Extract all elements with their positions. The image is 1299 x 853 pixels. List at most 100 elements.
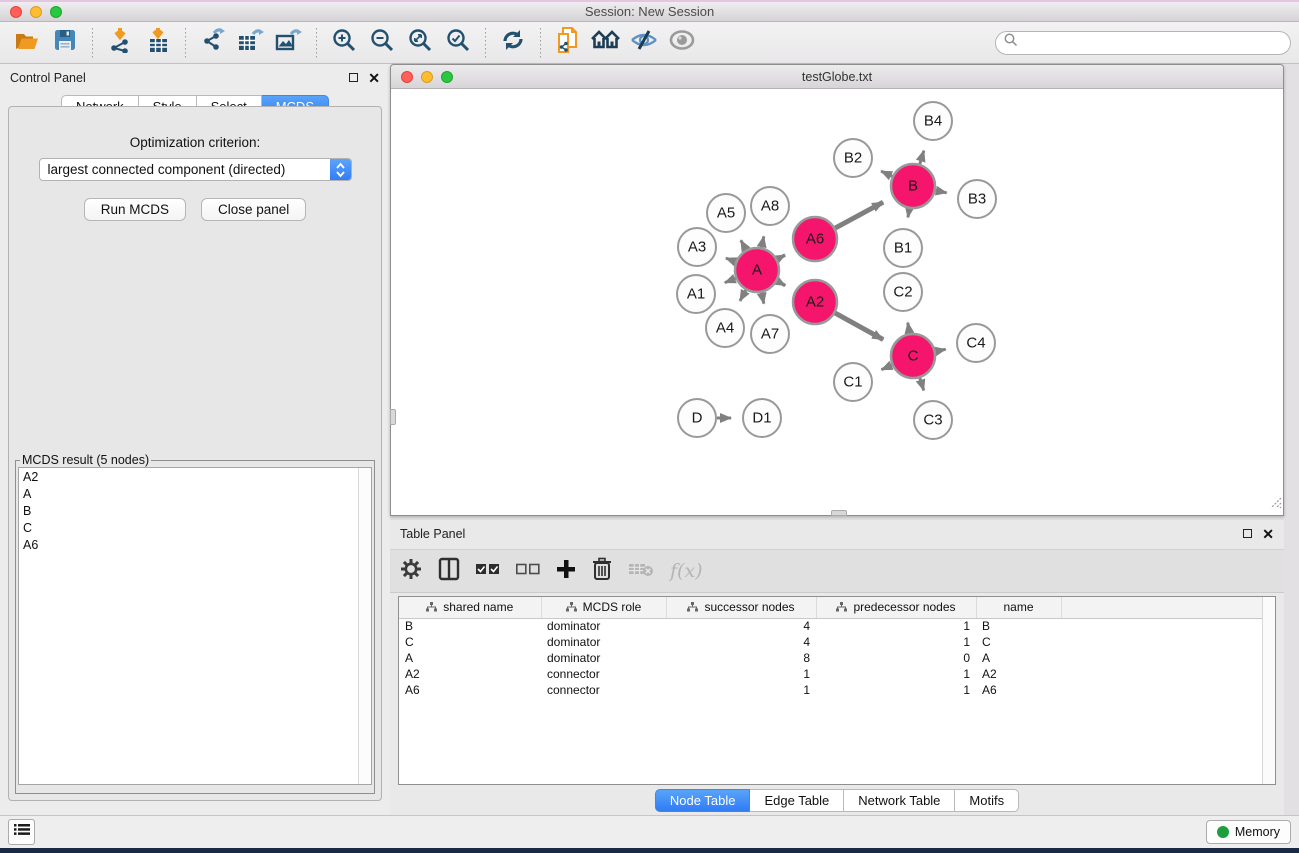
open-session-button[interactable] <box>8 25 46 61</box>
column-header-name[interactable]: name <box>976 597 1061 618</box>
close-window-button[interactable] <box>10 6 22 18</box>
table-cell[interactable]: 0 <box>816 650 976 666</box>
table-cell[interactable]: connector <box>541 682 666 698</box>
graph-node-B[interactable]: B <box>891 164 935 208</box>
table-cell[interactable]: 1 <box>666 682 816 698</box>
table-cell[interactable]: A2 <box>399 666 541 682</box>
tab-motifs[interactable]: Motifs <box>955 789 1019 812</box>
table-cell[interactable]: A <box>976 650 1061 666</box>
graph-node-A8[interactable]: A8 <box>751 187 789 225</box>
export-table-button[interactable] <box>232 25 270 61</box>
home-button[interactable] <box>587 25 625 61</box>
add-column-button[interactable] <box>556 556 576 586</box>
float-table-panel-icon[interactable] <box>1243 529 1252 538</box>
left-splitter-handle[interactable] <box>390 409 396 425</box>
select-all-columns-button[interactable] <box>476 556 500 586</box>
graph-node-C3[interactable]: C3 <box>914 401 952 439</box>
window-resize-grip[interactable] <box>1268 495 1282 514</box>
table-cell[interactable]: dominator <box>541 650 666 666</box>
hide-details-button[interactable] <box>625 25 663 61</box>
table-cell[interactable]: A6 <box>976 682 1061 698</box>
criterion-select[interactable]: largest connected component (directed) <box>39 158 352 181</box>
network-minimize-button[interactable] <box>421 71 433 83</box>
mcds-result-item[interactable]: B <box>19 502 371 519</box>
graph-node-A7[interactable]: A7 <box>751 315 789 353</box>
close-panel-button[interactable]: Close panel <box>201 198 306 221</box>
search-field[interactable] <box>995 31 1291 55</box>
network-close-button[interactable] <box>401 71 413 83</box>
graph-node-A3[interactable]: A3 <box>678 228 716 266</box>
graph-node-C2[interactable]: C2 <box>884 273 922 311</box>
graph-node-A6[interactable]: A6 <box>793 217 837 261</box>
graph-node-A4[interactable]: A4 <box>706 309 744 347</box>
export-image-button[interactable] <box>270 25 308 61</box>
table-cell[interactable]: 1 <box>816 666 976 682</box>
edge-B-B3[interactable] <box>936 191 947 193</box>
tab-network-table[interactable]: Network Table <box>844 789 955 812</box>
edge-C-C4[interactable] <box>936 349 946 351</box>
column-header-MCDS-role[interactable]: MCDS role <box>541 597 666 618</box>
graph-node-A1[interactable]: A1 <box>677 275 715 313</box>
graph-node-B4[interactable]: B4 <box>914 102 952 140</box>
tab-edge-table[interactable]: Edge Table <box>750 789 844 812</box>
memory-button[interactable]: Memory <box>1206 820 1291 844</box>
edge-A-A8[interactable] <box>762 236 764 247</box>
save-session-button[interactable] <box>46 25 84 61</box>
maximize-window-button[interactable] <box>50 6 62 18</box>
task-history-button[interactable] <box>8 819 35 845</box>
edge-A-A3[interactable] <box>726 258 736 262</box>
table-cell[interactable]: 1 <box>816 682 976 698</box>
mcds-result-item[interactable]: A2 <box>19 468 371 485</box>
edge-A-A4[interactable] <box>740 290 746 301</box>
network-graph[interactable]: A5A8A6A3AA1A2A4A7B2B4BB3B1C2CC4C1C3DD1 <box>391 89 1283 515</box>
table-cell[interactable]: B <box>976 618 1061 634</box>
edge-A-A7[interactable] <box>762 293 764 304</box>
graph-node-B3[interactable]: B3 <box>958 180 996 218</box>
split-columns-button[interactable] <box>438 556 460 586</box>
network-canvas[interactable]: A5A8A6A3AA1A2A4A7B2B4BB3B1C2CC4C1C3DD1 <box>391 89 1283 515</box>
search-input[interactable] <box>1023 36 1282 50</box>
edge-A-A6[interactable] <box>777 255 785 259</box>
edge-A6-B[interactable] <box>835 202 883 228</box>
export-network-button[interactable] <box>194 25 232 61</box>
graph-node-A[interactable]: A <box>735 248 779 292</box>
edge-B-B4[interactable] <box>920 151 924 164</box>
table-cell[interactable]: 4 <box>666 618 816 634</box>
run-mcds-button[interactable]: Run MCDS <box>84 198 186 221</box>
network-from-selection-button[interactable] <box>549 25 587 61</box>
edge-A-A1[interactable] <box>725 278 736 282</box>
table-cell[interactable]: A2 <box>976 666 1061 682</box>
edge-A-A5[interactable] <box>741 240 746 250</box>
function-builder-button[interactable]: f(x) <box>670 556 703 586</box>
table-cell[interactable]: connector <box>541 666 666 682</box>
table-cell[interactable]: B <box>399 618 541 634</box>
table-cell[interactable]: dominator <box>541 618 666 634</box>
graph-node-B1[interactable]: B1 <box>884 229 922 267</box>
network-maximize-button[interactable] <box>441 71 453 83</box>
zoom-fit-button[interactable] <box>401 25 439 61</box>
table-cell[interactable]: A6 <box>399 682 541 698</box>
network-window-titlebar[interactable]: testGlobe.txt <box>391 65 1283 89</box>
close-table-panel-icon[interactable]: ✕ <box>1262 527 1274 541</box>
graph-node-A5[interactable]: A5 <box>707 194 745 232</box>
table-cell[interactable]: 1 <box>816 634 976 650</box>
table-cell[interactable]: 4 <box>666 634 816 650</box>
import-table-button[interactable] <box>139 25 177 61</box>
minimize-window-button[interactable] <box>30 6 42 18</box>
edge-A2-C[interactable] <box>835 313 883 339</box>
table-cell[interactable]: C <box>976 634 1061 650</box>
delete-table-button[interactable] <box>628 556 654 586</box>
table-scrollbar[interactable] <box>1262 597 1275 784</box>
result-list-scrollbar[interactable] <box>358 468 371 784</box>
zoom-in-button[interactable] <box>325 25 363 61</box>
import-network-button[interactable] <box>101 25 139 61</box>
table-row[interactable]: Bdominator41B <box>399 618 1266 634</box>
mcds-result-item[interactable]: A <box>19 485 371 502</box>
edge-B-B1[interactable] <box>908 209 909 218</box>
mcds-result-list[interactable]: A2ABCA6 <box>18 467 372 785</box>
node-table-grid[interactable]: shared nameMCDS rolesuccessor nodesprede… <box>399 597 1266 698</box>
table-row[interactable]: A6connector11A6 <box>399 682 1266 698</box>
graph-node-B2[interactable]: B2 <box>834 139 872 177</box>
table-cell[interactable]: 1 <box>816 618 976 634</box>
table-row[interactable]: Cdominator41C <box>399 634 1266 650</box>
